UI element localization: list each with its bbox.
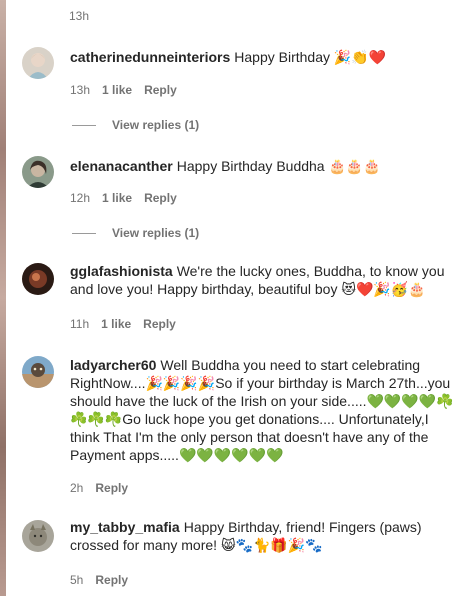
comment-body: Happy Birthday 🎉👏❤️ <box>234 49 387 65</box>
avatar[interactable] <box>22 156 54 188</box>
avatar-image <box>22 520 54 552</box>
left-edge-strip <box>0 0 6 596</box>
comment-username[interactable]: elenanacanther <box>70 158 173 174</box>
avatar[interactable] <box>22 356 54 388</box>
comment-time[interactable]: 11h <box>70 317 89 331</box>
avatar-image <box>22 156 54 188</box>
comment-meta: 5h Reply <box>70 573 128 587</box>
reply-button[interactable]: Reply <box>144 83 177 97</box>
previous-comment-timestamp: 13h <box>69 9 90 23</box>
comment-meta: 12h 1 like Reply <box>70 191 177 205</box>
comment-likes[interactable]: 1 like <box>101 317 131 331</box>
comment-text: ladyarcher60 Well Buddha you need to star… <box>70 356 462 464</box>
reply-button[interactable]: Reply <box>144 191 177 205</box>
comment-time[interactable]: 13h <box>70 83 90 97</box>
comment-meta: 13h 1 like Reply <box>70 83 177 97</box>
comment-username[interactable]: gglafashionista <box>70 263 173 279</box>
comment-time[interactable]: 12h <box>70 191 90 205</box>
comment-text: my_tabby_mafia Happy Birthday, friend! Fi… <box>70 518 462 554</box>
comment-time[interactable]: 5h <box>70 573 83 587</box>
reply-button[interactable]: Reply <box>95 573 128 587</box>
comment-username[interactable]: my_tabby_mafia <box>70 519 180 535</box>
avatar[interactable] <box>22 263 54 295</box>
avatar[interactable] <box>22 47 54 79</box>
comment-time[interactable]: 2h <box>70 481 83 495</box>
comment-text: gglafashionista We're the lucky ones, Bud… <box>70 262 462 298</box>
comment-meta: 11h 1 like Reply <box>70 317 176 331</box>
avatar-image <box>22 356 54 388</box>
avatar-image <box>22 263 54 295</box>
comment-text: catherinedunneinteriors Happy Birthday 🎉👏… <box>70 48 462 66</box>
view-replies-line <box>72 232 96 234</box>
reply-button[interactable]: Reply <box>143 317 176 331</box>
reply-button[interactable]: Reply <box>95 481 128 495</box>
comment-text: elenanacanther Happy Birthday Buddha 🎂🎂🎂 <box>70 157 462 175</box>
avatar[interactable] <box>22 520 54 552</box>
comment-likes[interactable]: 1 like <box>102 191 132 205</box>
comment-likes[interactable]: 1 like <box>102 83 132 97</box>
view-replies-button[interactable]: View replies (1) <box>72 118 199 132</box>
avatar-image <box>22 47 54 79</box>
comment-body: Happy Birthday Buddha 🎂🎂🎂 <box>176 158 381 174</box>
view-replies-label: View replies (1) <box>112 226 200 240</box>
view-replies-button[interactable]: View replies (1) <box>72 226 199 240</box>
comment-username[interactable]: ladyarcher60 <box>70 357 156 373</box>
comment-meta: 2h Reply <box>70 481 128 495</box>
view-replies-label: View replies (1) <box>112 118 200 132</box>
comment-username[interactable]: catherinedunneinteriors <box>70 49 230 65</box>
view-replies-line <box>72 124 96 126</box>
